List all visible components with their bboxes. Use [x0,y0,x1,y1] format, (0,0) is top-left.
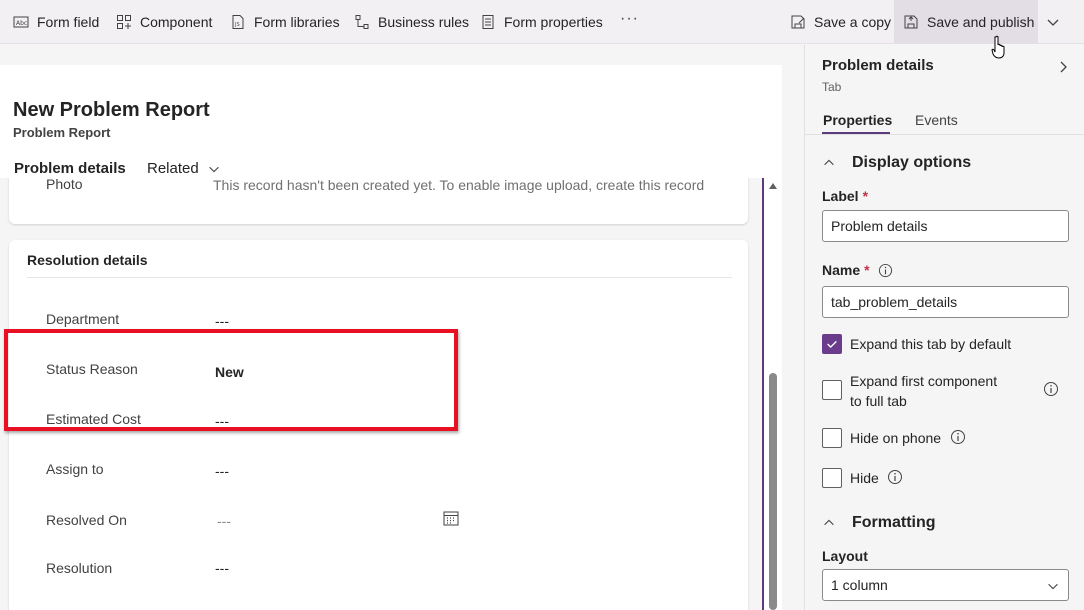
form-properties-button[interactable]: Form properties [480,0,603,44]
record-title: New Problem Report [13,99,210,121]
more-commands-button[interactable]: ··· [620,10,639,28]
tabs-divider [805,134,1084,135]
chevron-down-icon [208,166,219,172]
business-rules-button[interactable]: Business rules [354,0,469,44]
svg-text:Abc: Abc [16,20,27,27]
display-options-header[interactable]: Display options [822,154,971,172]
business-rules-label: Business rules [378,14,470,30]
label-input[interactable]: Problem details [822,210,1069,242]
tab-related[interactable]: Related [147,160,221,177]
field-label-resolved-on[interactable]: Resolved On [46,512,127,528]
photo-message: This record hasn't been created yet. To … [213,178,705,193]
field-value-resolution[interactable]: --- [215,560,229,576]
form-field-icon: Abc [13,16,29,28]
formatting-header[interactable]: Formatting [822,514,936,532]
form-field-button[interactable]: Abc Form field [13,0,99,44]
section-divider [27,277,732,278]
js-file-icon: JS [232,15,244,29]
section-title: Resolution details [27,252,148,268]
chevron-down-icon[interactable] [1045,14,1061,30]
info-icon[interactable] [950,429,966,445]
tab-related-label: Related [147,160,199,177]
required-asterisk: * [862,188,869,204]
field-label-assign-to[interactable]: Assign to [46,461,104,477]
name-field-caption: Name * [822,262,893,278]
panel-title: Problem details [822,57,934,74]
scroll-up-arrow-icon[interactable] [769,183,777,189]
photo-label: Photo [46,178,83,192]
field-value-resolved-on[interactable]: --- [217,513,231,529]
chevron-up-icon [824,159,834,166]
label-caption-text: Label [822,188,859,204]
expand-tab-default-checkbox[interactable] [822,334,842,354]
save-copy-label: Save a copy [814,14,892,30]
hide-on-phone-option[interactable]: Hide on phone [822,428,941,448]
highlight-box [4,329,458,431]
hide-on-phone-label: Hide on phone [850,430,942,446]
expand-first-component-checkbox[interactable] [822,380,842,400]
chevron-down-icon [1048,583,1058,590]
save-copy-button[interactable]: Save a copy [790,0,891,44]
form-properties-label: Form properties [504,14,603,30]
svg-text:JS: JS [234,22,240,28]
photo-section[interactable]: Photo This record hasn't been created ye… [9,178,748,224]
name-caption-text: Name [822,262,861,278]
field-label-department[interactable]: Department [46,311,119,327]
layout-select[interactable]: 1 column [822,569,1069,601]
form-libraries-button[interactable]: JS Form libraries [230,0,340,44]
save-publish-button[interactable]: Save and publish [903,0,1034,44]
field-value-assign-to[interactable]: --- [215,463,229,479]
field-label-resolution[interactable]: Resolution [46,560,112,576]
display-options-label: Display options [852,154,972,171]
vertical-scrollbar[interactable] [762,178,782,610]
tab-problem-details[interactable]: Problem details [14,160,126,177]
component-label: Component [140,14,213,30]
checkmark-icon [827,340,837,349]
business-rules-icon [355,15,369,29]
chevron-right-icon[interactable] [1055,59,1071,75]
tab-properties[interactable]: Properties [823,112,892,128]
component-icon [117,15,131,29]
required-asterisk: * [864,262,870,278]
component-button[interactable]: Component [116,0,212,44]
scroll-edge-line [762,178,764,610]
layout-select-value: 1 column [831,577,888,593]
chevron-up-icon [824,519,834,526]
scroll-thumb[interactable] [769,373,777,610]
layout-caption: Layout [822,548,868,564]
expand-first-component-option[interactable]: Expand first component to full tab [822,371,1000,411]
hide-label: Hide [850,470,879,486]
command-bar: Abc Form field Component JS Form librari… [0,0,1084,44]
record-entity: Problem Report [13,125,111,140]
field-value-department[interactable]: --- [215,313,229,329]
hand-cursor-icon [991,35,1005,59]
hide-option[interactable]: Hide [822,468,879,488]
form-body: Photo This record hasn't been created ye… [0,178,782,610]
calendar-icon[interactable] [442,509,460,527]
expand-tab-default-label: Expand this tab by default [850,336,1012,352]
name-input[interactable]: tab_problem_details [822,286,1069,318]
info-icon[interactable] [878,263,893,278]
form-canvas: New Problem Report Problem Report Proble… [0,45,804,610]
save-copy-icon [791,15,805,29]
form-field-label: Form field [37,14,100,30]
properties-panel: Problem details Tab Properties Events Di… [804,45,1084,610]
panel-subtitle: Tab [822,80,842,94]
info-icon[interactable] [1043,381,1059,397]
expand-tab-default-option[interactable]: Expand this tab by default [822,334,1011,354]
form-properties-icon [482,15,494,29]
hide-checkbox[interactable] [822,468,842,488]
info-icon[interactable] [887,469,903,485]
form-libraries-label: Form libraries [254,14,340,30]
expand-first-component-label: Expand first component to full tab [850,373,998,409]
formatting-label: Formatting [852,514,936,531]
save-publish-icon [904,15,918,29]
label-field-caption: Label * [822,188,868,204]
hide-on-phone-checkbox[interactable] [822,428,842,448]
save-publish-label: Save and publish [927,14,1035,30]
tab-events[interactable]: Events [915,112,958,128]
